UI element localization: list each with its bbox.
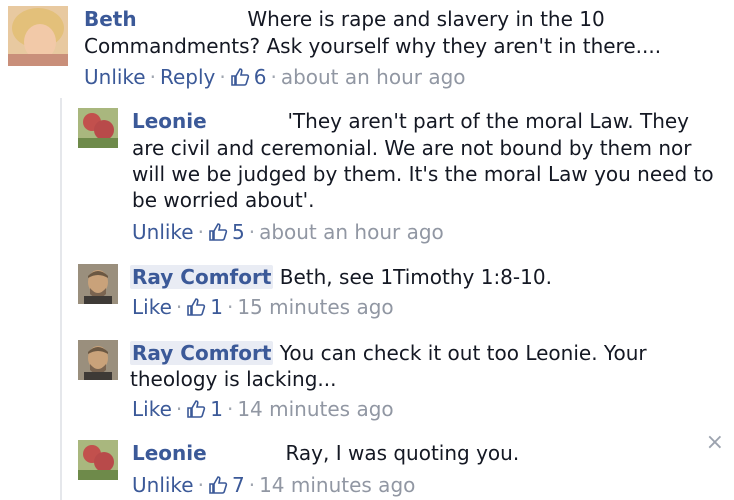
- timestamp[interactable]: 14 minutes ago: [237, 397, 393, 421]
- like-thumb-icon[interactable]: [186, 297, 206, 317]
- redacted-block: [213, 110, 282, 135]
- comment-text: Beth, see 1Timothy 1:8-10.: [279, 265, 552, 289]
- comment-text-line: Where is rape and slavery in the 10: [247, 7, 605, 31]
- comment-leonie-reply: Leonie Ray, I was quoting you. Unlike · 7 ·…: [0, 432, 734, 500]
- like-thumb-icon[interactable]: [230, 67, 250, 87]
- like-count[interactable]: 1: [206, 397, 223, 421]
- comment-author[interactable]: Ray Comfort: [130, 265, 274, 289]
- comment-body: Leonie Ray, I was quoting you.: [132, 440, 692, 467]
- comment-author[interactable]: Leonie: [132, 109, 207, 133]
- comment-text-line: Commandments? Ask yourself why they aren…: [84, 33, 662, 58]
- timestamp[interactable]: 15 minutes ago: [237, 295, 393, 319]
- comment-beth: Beth Where is rape and slavery in the 10…: [0, 0, 734, 96]
- timestamp[interactable]: about an hour ago: [281, 65, 466, 89]
- comment-body: Ray Comfort You can check it out too Leo…: [130, 340, 720, 392]
- timestamp[interactable]: about an hour ago: [259, 220, 444, 244]
- comment-text-line: are civil and ceremonial. We are not bou…: [132, 135, 692, 160]
- unlike-link[interactable]: Unlike: [132, 220, 194, 244]
- comment-actions: Unlike · Reply · 6 · about an hour ago: [84, 65, 466, 89]
- comment-text-line: 'They aren't part of the moral Law. They: [287, 109, 690, 133]
- comment-actions: Like · 1 · 15 minutes ago: [132, 295, 394, 319]
- comment-author[interactable]: Leonie: [132, 441, 207, 465]
- comment-text: Ray, I was quoting you.: [285, 441, 520, 465]
- comment-ray-comfort: Ray Comfort Beth, see 1Timothy 1:8-10. L…: [0, 256, 734, 326]
- like-count[interactable]: 7: [228, 473, 245, 497]
- redacted-block: [213, 442, 280, 467]
- comment-ray-comfort: Ray Comfort You can check it out too Leo…: [0, 332, 734, 428]
- reply-link[interactable]: Reply: [160, 65, 215, 89]
- like-count[interactable]: 5: [228, 220, 245, 244]
- comment-body: Ray Comfort Beth, see 1Timothy 1:8-10.: [130, 264, 720, 290]
- like-thumb-icon[interactable]: [186, 399, 206, 419]
- avatar[interactable]: [78, 340, 118, 380]
- timestamp[interactable]: 14 minutes ago: [259, 473, 415, 497]
- comment-author[interactable]: Beth: [84, 7, 137, 31]
- avatar[interactable]: [78, 440, 118, 480]
- like-count[interactable]: 6: [250, 65, 267, 89]
- like-link[interactable]: Like: [132, 295, 172, 319]
- like-count[interactable]: 1: [206, 295, 223, 319]
- avatar[interactable]: [78, 108, 118, 148]
- comment-actions: Unlike · 7 · 14 minutes ago: [132, 473, 416, 497]
- comment-text-line: You can check it out too Leonie. Your: [279, 341, 647, 365]
- unlike-link[interactable]: Unlike: [132, 473, 194, 497]
- comment-text-line: theology is lacking...: [130, 367, 337, 391]
- comment-text-line: be worried about'.: [132, 187, 315, 212]
- comment-body: Beth Where is rape and slavery in the 10…: [84, 6, 724, 59]
- close-icon[interactable]: ×: [706, 432, 724, 454]
- unlike-link[interactable]: Unlike: [84, 65, 146, 89]
- like-thumb-icon[interactable]: [208, 222, 228, 242]
- avatar[interactable]: [78, 264, 118, 304]
- comment-text-line: will we be judged by them. It's the mora…: [132, 161, 714, 186]
- comment-actions: Unlike · 5 · about an hour ago: [132, 220, 444, 244]
- comment-leonie-reply: Leonie 'They aren't part of the moral La…: [0, 100, 734, 250]
- comment-body: Leonie 'They aren't part of the moral La…: [132, 108, 722, 213]
- like-link[interactable]: Like: [132, 397, 172, 421]
- avatar[interactable]: [8, 6, 68, 66]
- comment-author[interactable]: Ray Comfort: [130, 341, 274, 365]
- comment-actions: Like · 1 · 14 minutes ago: [132, 397, 394, 421]
- like-thumb-icon[interactable]: [208, 475, 228, 495]
- redacted-block: [142, 8, 241, 33]
